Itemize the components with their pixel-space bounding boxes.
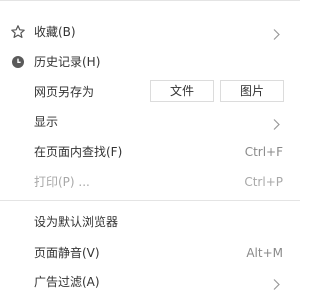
menu-item-label: 设为默认浏览器 — [34, 215, 119, 229]
menu-item-history[interactable]: 历史记录(H) — [0, 47, 300, 77]
menu-item-save-page-as: 网页另存为 文件 图片 — [0, 77, 300, 107]
menu-item-label: 网页另存为 — [34, 85, 95, 99]
menu-item-ad-filter[interactable]: 广告过滤(A) — [0, 267, 300, 297]
menu-item-label: 在页面内查找(F) — [34, 145, 123, 159]
save-as-image-button[interactable]: 图片 — [220, 80, 284, 102]
chevron-right-icon — [272, 26, 281, 40]
chevron-right-icon — [272, 116, 281, 130]
save-as-file-button[interactable]: 文件 — [150, 80, 214, 102]
menu-item-label: 显示 — [34, 115, 59, 129]
menu-item-label: 打印(P) ... — [34, 175, 90, 189]
menu-item-mute-page[interactable]: 页面静音(V) Alt+M — [0, 238, 300, 268]
chevron-right-icon — [272, 276, 281, 290]
browser-context-menu: 收藏(B) 历史记录(H) 网页另存为 文件 图片 显示 在页面内查找(F) C… — [0, 0, 300, 300]
menu-divider-top — [0, 0, 300, 1]
menu-item-label: 广告过滤(A) — [34, 275, 100, 289]
star-icon — [10, 24, 26, 40]
menu-item-display[interactable]: 显示 — [0, 107, 300, 137]
menu-item-label: 收藏(B) — [34, 25, 76, 39]
menu-divider — [0, 200, 300, 201]
menu-item-set-default-browser[interactable]: 设为默认浏览器 — [0, 207, 300, 237]
shortcut-label: Ctrl+P — [244, 175, 283, 189]
shortcut-label: Alt+M — [246, 246, 283, 260]
menu-item-find-in-page[interactable]: 在页面内查找(F) Ctrl+F — [0, 137, 300, 167]
history-clock-icon — [10, 54, 26, 70]
menu-item-favorites[interactable]: 收藏(B) — [0, 17, 300, 47]
menu-item-label: 历史记录(H) — [34, 55, 101, 69]
menu-item-label: 页面静音(V) — [34, 246, 100, 260]
menu-item-print[interactable]: 打印(P) ... Ctrl+P — [0, 167, 300, 197]
shortcut-label: Ctrl+F — [244, 145, 283, 159]
